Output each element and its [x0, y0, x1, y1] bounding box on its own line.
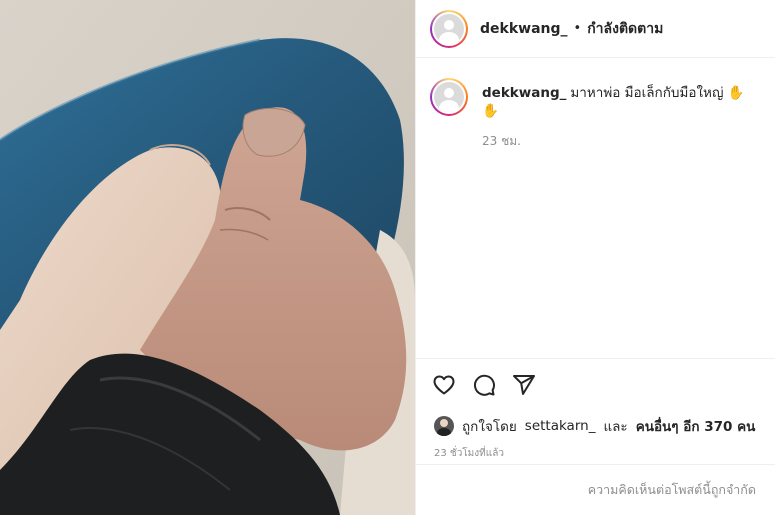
post-photo[interactable] — [0, 0, 415, 515]
comment-icon[interactable] — [472, 373, 496, 397]
share-icon[interactable] — [512, 373, 536, 397]
default-avatar-icon — [434, 82, 464, 112]
likes-others-link[interactable]: คนอื่นๆ อีก 370 คน — [636, 415, 756, 437]
liker-avatar[interactable] — [434, 416, 454, 436]
caption-username[interactable]: dekkwang_ — [482, 85, 566, 101]
caption-time[interactable]: 23 ชม. — [482, 132, 760, 151]
heart-icon[interactable] — [432, 373, 456, 397]
comments-restricted-notice: ความคิดเห็นต่อโพสต์นี้ถูกจำกัด — [416, 464, 775, 515]
caption-body: dekkwang_ มาหาพ่อ มือเล็กกับมือใหญ่ ✋✋ 23… — [482, 78, 760, 151]
avatar-inner — [432, 80, 466, 114]
posted-time[interactable]: 23 ชั่วโมงที่แล้ว — [434, 446, 504, 461]
comments-restricted-text: ความคิดเห็นต่อโพสต์นี้ถูกจำกัด — [587, 482, 756, 497]
action-icons — [432, 373, 536, 397]
caption-avatar[interactable] — [430, 78, 468, 116]
author-username[interactable]: dekkwang_ — [480, 21, 568, 37]
default-avatar-icon — [434, 13, 464, 44]
likes-joiner: และ — [603, 419, 628, 435]
following-button[interactable]: กำลังติดตาม — [587, 18, 663, 40]
likes-summary: ถูกใจโดย settakarn_ และ คนอื่นๆ อีก 370 … — [434, 415, 755, 437]
avatar-inner — [432, 11, 466, 46]
header-separator: • — [573, 21, 582, 36]
post-actions: ถูกใจโดย settakarn_ และ คนอื่นๆ อีก 370 … — [416, 358, 775, 464]
post-header: dekkwang_ • กำลังติดตาม — [416, 0, 775, 58]
post-side-panel: dekkwang_ • กำลังติดตาม dekkwang_ มาหาพ่อ… — [415, 0, 775, 515]
caption-block: dekkwang_ มาหาพ่อ มือเล็กกับมือใหญ่ ✋✋ 23… — [430, 78, 760, 151]
author-avatar[interactable] — [430, 9, 468, 48]
likes-prefix: ถูกใจโดย — [462, 419, 517, 435]
caption-line: dekkwang_ มาหาพ่อ มือเล็กกับมือใหญ่ ✋✋ — [482, 84, 760, 120]
hands-photo-image — [0, 0, 415, 515]
liker-username[interactable]: settakarn_ — [525, 418, 596, 434]
